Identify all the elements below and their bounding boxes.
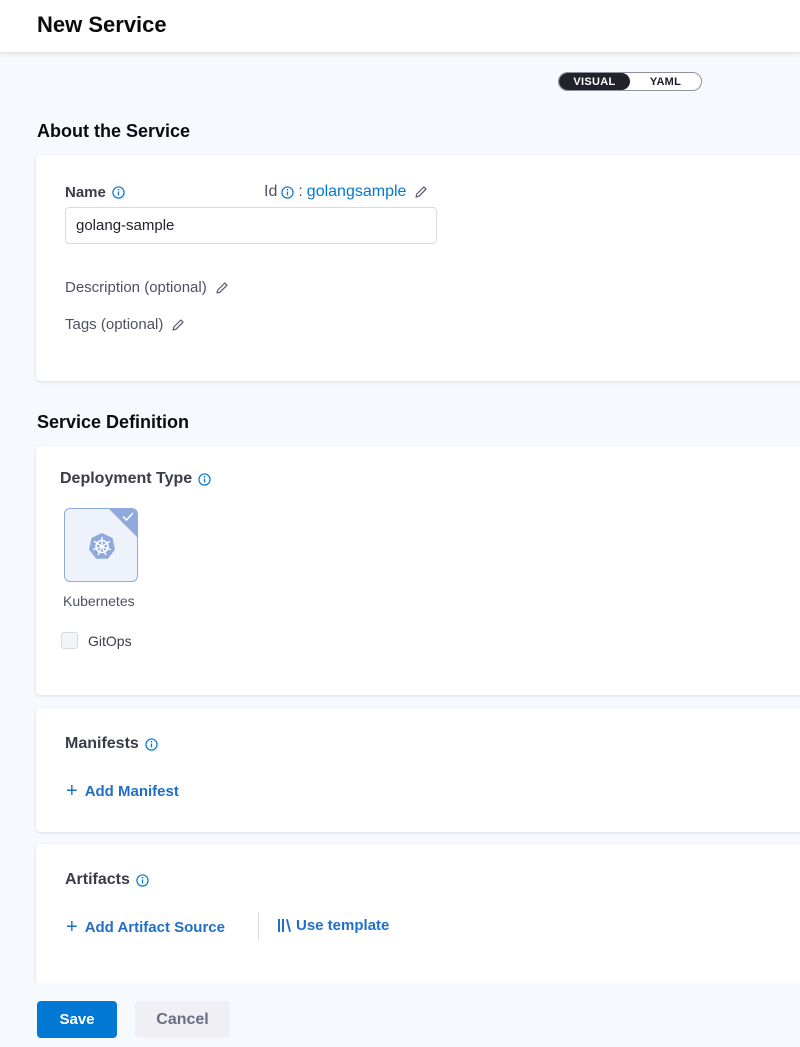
deployment-type-label: Deployment Type [60,470,211,488]
gitops-label[interactable]: GitOps [88,633,132,649]
manifests-card [36,708,800,832]
description-field[interactable]: Description (optional) [65,279,229,296]
plus-icon: + [66,780,78,802]
name-label: Name [65,184,125,201]
id-field: Id : golangsample [264,183,428,201]
manifests-label: Manifests [65,735,158,753]
use-template-button[interactable]: Use template [277,917,389,934]
name-input[interactable] [65,207,437,244]
kubernetes-icon [89,533,115,559]
info-icon[interactable] [198,472,211,486]
footer-bar [0,983,800,1047]
artifacts-label: Artifacts [65,871,149,889]
deployment-type-label-text: Deployment Type [60,470,193,487]
yaml-toggle-option[interactable]: YAML [630,73,701,90]
add-manifest-button[interactable]: + Add Manifest [66,781,179,801]
template-library-icon [278,919,291,932]
cancel-button[interactable]: Cancel [135,1001,230,1038]
manifests-title: Manifests [65,735,139,752]
kubernetes-tile-label: Kubernetes [63,593,135,609]
tags-field[interactable]: Tags (optional) [65,316,185,333]
use-template-label: Use template [296,917,390,934]
page-header: New Service [0,0,800,53]
page-title: New Service [37,12,167,37]
about-section-title: About the Service [37,121,191,141]
button-divider [258,913,259,941]
add-artifact-source-label: Add Artifact Source [84,918,225,936]
info-icon[interactable] [136,873,149,887]
edit-pencil-icon[interactable] [414,185,428,199]
id-value: golangsample [306,183,407,200]
kubernetes-deployment-tile[interactable] [64,508,138,582]
id-label: Id [264,183,278,200]
save-button[interactable]: Save [37,1001,117,1038]
info-icon[interactable] [281,185,295,199]
add-manifest-label: Add Manifest [84,782,179,800]
info-icon[interactable] [145,737,158,751]
tags-label: Tags (optional) [65,316,164,333]
edit-pencil-icon[interactable] [215,281,229,295]
add-artifact-source-button[interactable]: + Add Artifact Source [66,917,225,937]
edit-pencil-icon[interactable] [171,318,185,332]
id-separator: : [298,183,303,200]
plus-icon: + [66,916,78,938]
description-label: Description (optional) [65,279,207,296]
info-icon[interactable] [112,186,125,199]
visual-toggle-option[interactable]: VISUAL [559,73,630,90]
name-label-text: Name [65,184,106,201]
view-toggle[interactable]: VISUAL YAML [558,72,702,91]
gitops-checkbox[interactable] [61,632,78,649]
service-definition-title: Service Definition [37,412,190,432]
check-icon [122,512,134,521]
artifacts-title: Artifacts [65,871,130,888]
